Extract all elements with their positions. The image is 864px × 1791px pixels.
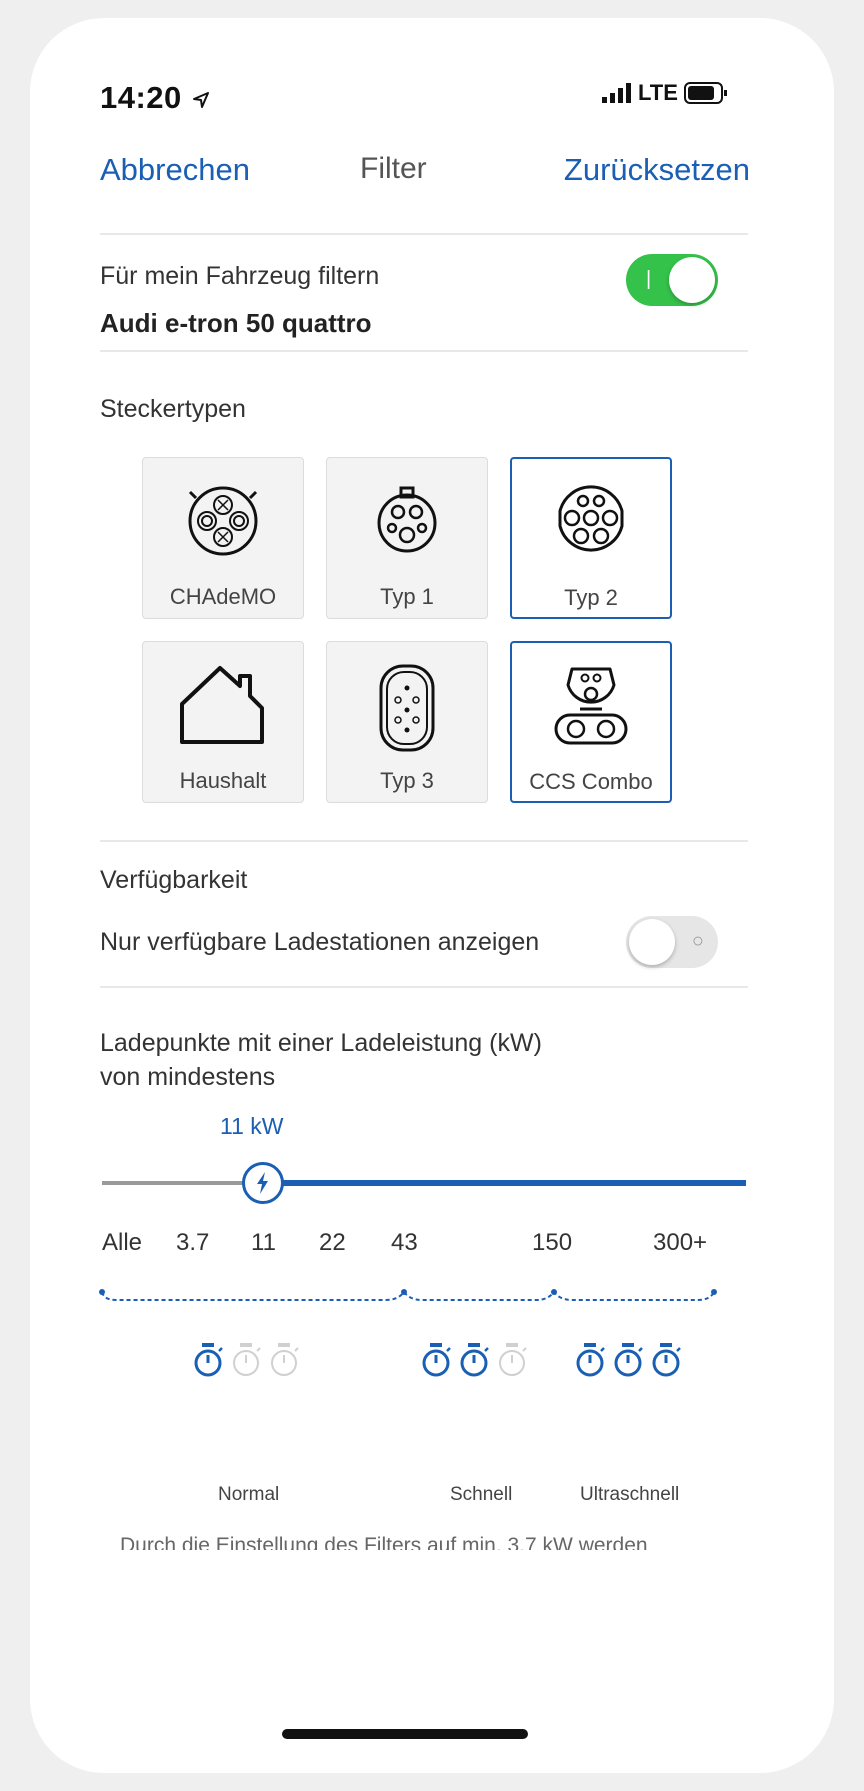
stopwatch-icon — [233, 1343, 261, 1376]
plug-tile-typ3[interactable]: Typ 3 — [326, 641, 488, 803]
footnote-clip: Durch die Einstellung des Filters auf mi… — [120, 1534, 720, 1550]
plug-label: CCS Combo — [529, 769, 653, 794]
scale-label-43: 43 — [391, 1229, 418, 1256]
fast-speed-icons — [420, 1342, 528, 1378]
stopwatch-icon — [271, 1343, 299, 1376]
availability-label: Nur verfügbare Ladestationen anzeigen — [100, 928, 540, 956]
cancel-button[interactable]: Abbrechen — [100, 152, 250, 188]
divider — [100, 840, 748, 842]
normal-speed-icons — [192, 1342, 300, 1378]
plug-label: Typ 1 — [380, 584, 434, 609]
type1-icon — [377, 486, 437, 553]
vehicle-name: Audi e-tron 50 quattro — [100, 308, 372, 338]
power-title-line2: von mindestens — [100, 1063, 276, 1091]
chademo-icon — [188, 486, 258, 556]
toggle-knob — [669, 257, 715, 303]
toggle-off-mark: ○ — [691, 930, 704, 952]
stopwatch-icon — [460, 1343, 489, 1377]
category-normal: Normal — [218, 1484, 280, 1505]
plug-tile-typ2[interactable]: Typ 2 — [510, 457, 672, 619]
phone-screen: 14:20 LTE Abbrechen Filter Zurücksetzen … — [30, 18, 834, 1773]
lightning-bolt-icon — [257, 1172, 268, 1194]
stopwatch-icon — [576, 1343, 605, 1377]
status-time: 14:20 — [100, 80, 211, 116]
plug-label: Haushalt — [179, 768, 267, 793]
category-schnell: Schnell — [450, 1484, 513, 1505]
status-indicators: LTE — [602, 80, 728, 106]
speed-ranges-brace — [99, 1289, 717, 1301]
vehicle-filter-toggle[interactable]: | — [626, 254, 718, 306]
type3-icon — [379, 664, 435, 752]
toggle-knob — [629, 919, 675, 965]
ultrafast-speed-icons — [574, 1342, 682, 1378]
plug-label: CHAdeMO — [169, 584, 277, 609]
plug-label: Typ 3 — [380, 768, 434, 793]
page-title: Filter — [360, 152, 427, 185]
slider-track-inactive — [102, 1181, 262, 1185]
toggle-on-mark: | — [646, 268, 652, 290]
plug-tile-ccs-combo[interactable]: CCS Combo — [510, 641, 672, 803]
battery-icon — [683, 82, 727, 104]
availability-toggle[interactable]: ○ — [626, 916, 718, 968]
plug-tile-typ1[interactable]: Typ 1 — [326, 457, 488, 619]
reset-button[interactable]: Zurücksetzen — [564, 152, 750, 188]
power-slider-thumb[interactable] — [242, 1162, 284, 1204]
scale-label-150: 150 — [532, 1229, 573, 1256]
footnote-text: Durch die Einstellung des Filters auf mi… — [120, 1534, 648, 1550]
type2-icon — [558, 485, 624, 552]
scale-label-11: 11 — [251, 1229, 276, 1256]
home-indicator[interactable] — [282, 1729, 528, 1739]
stopwatch-icon — [499, 1343, 527, 1376]
slider-track-active — [262, 1180, 746, 1186]
power-title-line1: Ladepunkte mit einer Ladeleistung (kW) — [100, 1029, 542, 1057]
scale-label-22: 22 — [319, 1229, 346, 1256]
scale-label-alle: Alle — [102, 1229, 143, 1256]
stopwatch-icon — [194, 1343, 223, 1377]
divider — [100, 986, 748, 988]
scale-label-3-7: 3.7 — [176, 1229, 210, 1256]
ccs-combo-icon — [554, 667, 628, 745]
location-arrow-icon — [192, 91, 209, 108]
availability-title: Verfügbarkeit — [100, 866, 248, 894]
stopwatch-icon — [422, 1343, 451, 1377]
category-ultraschnell: Ultraschnell — [580, 1484, 680, 1505]
plug-types-title: Steckertypen — [100, 395, 246, 423]
divider — [100, 350, 748, 352]
power-value-label: 11 kW — [220, 1113, 284, 1139]
plug-tile-chademo[interactable]: CHAdeMO — [142, 457, 304, 619]
plug-label: Typ 2 — [564, 585, 618, 610]
divider — [100, 233, 748, 235]
stopwatch-icon — [614, 1343, 643, 1377]
vehicle-filter-label: Für mein Fahrzeug filtern — [100, 262, 380, 290]
house-icon — [180, 666, 264, 744]
scale-label-300-plus: 300+ — [653, 1229, 708, 1256]
network-label: LTE — [638, 80, 678, 105]
signal-icon — [602, 83, 631, 103]
plug-tile-haushalt[interactable]: Haushalt — [142, 641, 304, 803]
stopwatch-icon — [652, 1343, 681, 1377]
